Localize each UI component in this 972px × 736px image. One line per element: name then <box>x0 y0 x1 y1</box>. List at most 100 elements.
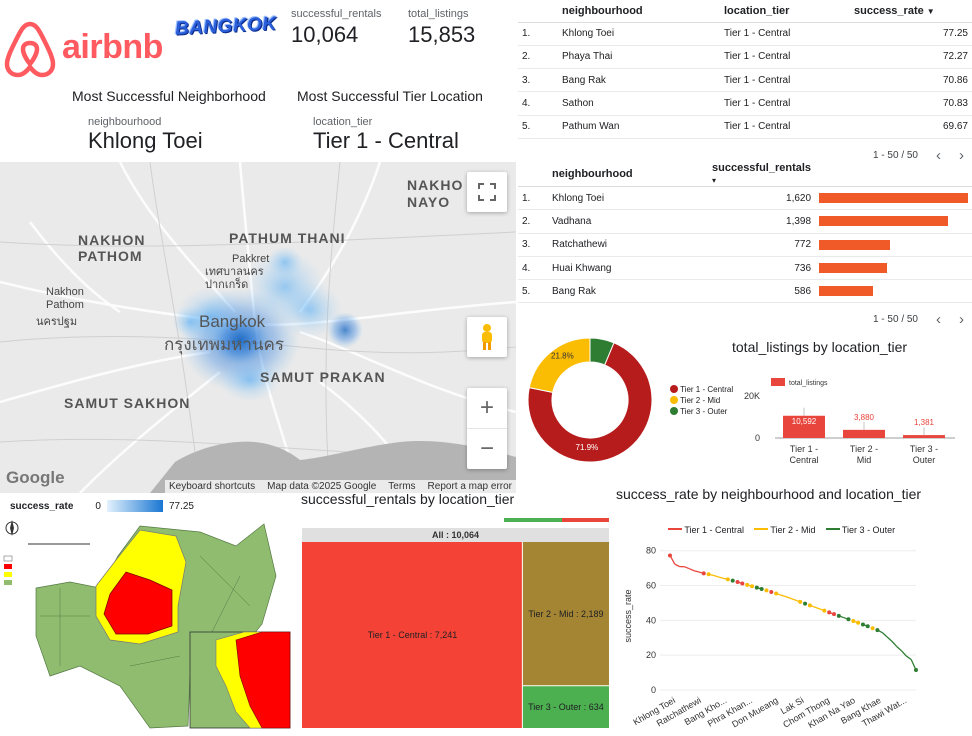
row-index: 1. <box>518 187 548 210</box>
row-index: 4. <box>518 256 548 279</box>
legend-label: Tier 3 - Outer <box>842 525 895 535</box>
y-axis-label: success_rate <box>623 589 633 642</box>
cell-value: 586 <box>708 280 815 303</box>
data-point[interactable] <box>726 577 730 581</box>
table-row[interactable]: 4.Huai Khwang736 <box>518 256 972 279</box>
table-row[interactable]: 2.Vadhana1,398 <box>518 210 972 233</box>
data-point[interactable] <box>846 617 850 621</box>
prev-page-button[interactable]: ‹ <box>936 311 941 328</box>
x-tick-label: Outer <box>913 455 936 465</box>
scorecard-title: Most Successful Neighborhood <box>72 88 266 104</box>
sort-desc-icon: ▾ <box>712 176 716 185</box>
zoom-in-button[interactable]: + <box>467 389 507 429</box>
data-point[interactable] <box>740 581 744 585</box>
legend-label: Tier 1 - Central <box>680 385 733 394</box>
chart-title: total_listings by location_tier <box>732 339 907 355</box>
heat-map[interactable]: NAKHON PATHOM PATHUM THANI NAKHO NAYO Na… <box>0 162 516 493</box>
table-row[interactable]: 5.Bang Rak586 <box>518 280 972 303</box>
map-label-samut-prakan: SAMUT PRAKAN <box>260 369 386 385</box>
data-point[interactable] <box>808 603 812 607</box>
scorecard-field: location_tier <box>313 116 372 128</box>
data-point[interactable] <box>760 587 764 591</box>
keyboard-shortcuts-link[interactable]: Keyboard shortcuts <box>169 481 255 492</box>
bar[interactable] <box>843 430 885 438</box>
value-bar <box>819 286 873 296</box>
data-point[interactable] <box>750 584 754 588</box>
column-successful-rentals[interactable]: successful_rentals ▾ <box>708 162 815 187</box>
kpi-label: total_listings <box>408 8 475 20</box>
table-row[interactable]: 1.Khlong Toei1,620 <box>518 187 972 210</box>
data-point[interactable] <box>856 621 860 625</box>
column-neighbourhood[interactable]: neighbourhood <box>548 162 708 187</box>
table-row[interactable]: 4.SathonTier 1 - Central70.83 <box>518 92 972 115</box>
data-point[interactable] <box>861 623 865 627</box>
data-point[interactable] <box>827 610 831 614</box>
data-point[interactable] <box>822 609 826 613</box>
table-row[interactable]: 5.Pathum WanTier 1 - Central69.67 <box>518 115 972 138</box>
next-page-button[interactable]: › <box>959 311 964 328</box>
scorecard-value: Tier 1 - Central <box>313 128 459 154</box>
map-label-pakkret-thai: เทศบาลนคร ปากเกร็ด <box>205 266 275 292</box>
value-bar <box>819 240 890 250</box>
data-point[interactable] <box>871 626 875 630</box>
data-point[interactable] <box>745 583 749 587</box>
data-point[interactable] <box>736 580 740 584</box>
data-point[interactable] <box>837 614 841 618</box>
donut-slice-tier2[interactable] <box>529 338 590 392</box>
pagination: 1 - 50 / 50 ‹ › <box>518 311 972 328</box>
bar[interactable] <box>903 435 945 438</box>
cell-rate: 72.27 <box>850 45 972 68</box>
row-index: 1. <box>518 22 558 45</box>
legend-label: total_listings <box>789 380 828 387</box>
column-location-tier[interactable]: location_tier <box>720 0 850 22</box>
data-point[interactable] <box>755 586 759 590</box>
line-legend: Tier 1 - Central Tier 2 - Mid Tier 3 - O… <box>668 525 895 535</box>
data-point[interactable] <box>702 571 706 575</box>
table-row[interactable]: 3.Ratchathewi772 <box>518 233 972 256</box>
series-line-segment <box>684 567 689 569</box>
table-row[interactable]: 1.Khlong ToeiTier 1 - Central77.25 <box>518 22 972 45</box>
data-point[interactable] <box>798 600 802 604</box>
data-point[interactable] <box>764 588 768 592</box>
donut-chart: 71.9%21.8% <box>520 330 660 470</box>
legend-label: Tier 1 - Central <box>684 525 744 535</box>
scorecard-field: neighbourhood <box>88 116 161 128</box>
series-line-segment <box>781 595 786 597</box>
data-point[interactable] <box>803 602 807 606</box>
data-point[interactable] <box>832 612 836 616</box>
district-map-graphic <box>0 516 296 731</box>
legend-item: Tier 1 - Central <box>670 384 733 395</box>
table-row[interactable]: 2.Phaya ThaiTier 1 - Central72.27 <box>518 45 972 68</box>
data-point[interactable] <box>914 668 918 672</box>
fullscreen-icon <box>478 183 496 201</box>
data-point[interactable] <box>707 572 711 576</box>
legend-gradient <box>107 500 163 512</box>
cell-neighbourhood: Ratchathewi <box>548 233 708 256</box>
cell-bar <box>815 210 972 233</box>
street-view-pegman-button[interactable] <box>467 317 507 357</box>
data-point[interactable] <box>851 619 855 623</box>
pegman-icon <box>478 323 496 351</box>
table-row[interactable]: 3.Bang RakTier 1 - Central70.86 <box>518 69 972 92</box>
series-line-segment <box>718 577 723 578</box>
kpi-value: 15,853 <box>408 22 475 48</box>
series-line-segment <box>906 656 911 659</box>
data-point[interactable] <box>875 628 879 632</box>
map-label-pathum-thani: PATHUM THANI <box>229 230 345 246</box>
bar-value-label: 1,381 <box>914 418 935 427</box>
data-point[interactable] <box>731 579 735 583</box>
column-neighbourhood[interactable]: neighbourhood <box>558 0 720 22</box>
map-color-legend: success_rate 0 77.25 <box>10 500 194 512</box>
data-point[interactable] <box>866 624 870 628</box>
legend-label: Tier 2 - Mid <box>680 396 720 405</box>
zoom-out-button[interactable]: − <box>467 429 507 469</box>
y-tick-label: 60 <box>646 581 656 591</box>
data-point[interactable] <box>668 553 672 557</box>
data-point[interactable] <box>774 592 778 596</box>
column-success-rate[interactable]: success_rate ▼ <box>850 0 972 22</box>
data-point[interactable] <box>769 590 773 594</box>
cell-tier: Tier 1 - Central <box>720 115 850 138</box>
series-line-segment <box>791 598 796 600</box>
scorecard-title: Most Successful Tier Location <box>297 88 483 104</box>
fullscreen-button[interactable] <box>467 172 507 212</box>
